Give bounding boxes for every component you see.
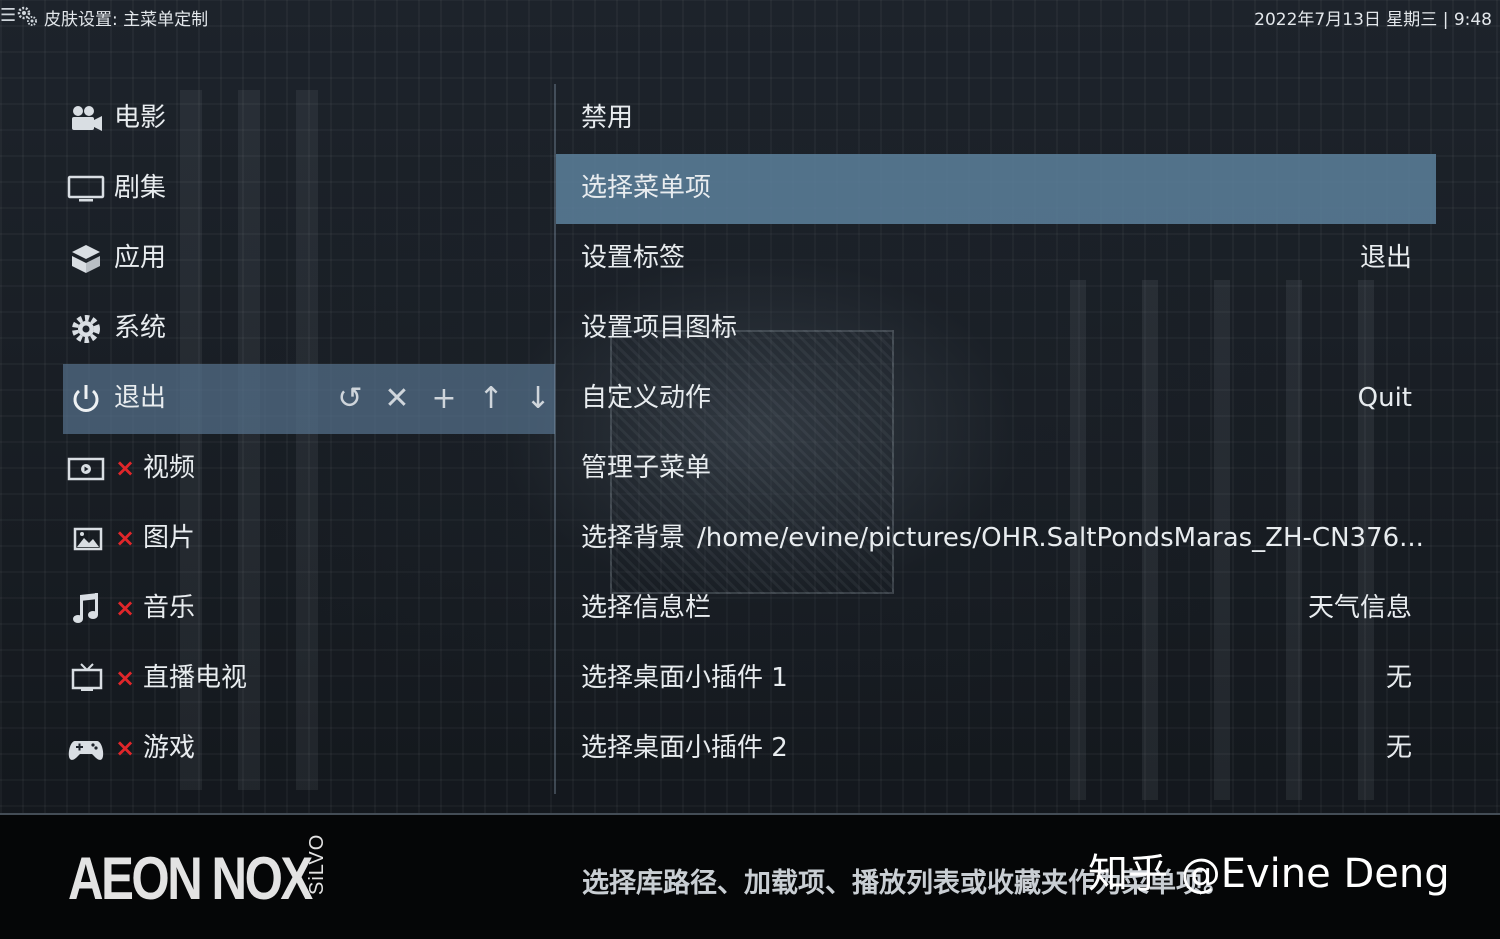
date-time: 2022年7月13日 星期三 | 9:48: [1254, 10, 1492, 30]
option-value: 无: [1385, 663, 1412, 693]
logo-main: AEON NOX: [68, 845, 313, 912]
menu-icon[interactable]: ☰: [0, 6, 16, 26]
menu-item-label: 应用: [114, 243, 167, 273]
add-icon[interactable]: +: [427, 382, 461, 416]
disabled-mark-icon: ×: [115, 664, 136, 692]
picture-icon: [67, 521, 105, 557]
option-custom-action[interactable]: 自定义动作 Quit: [556, 364, 1436, 434]
option-label: 选择信息栏: [581, 593, 712, 623]
logo-sub: SiLVO: [306, 833, 328, 895]
option-label: 设置项目图标: [581, 313, 738, 343]
menu-item-label: 直播电视: [143, 663, 248, 693]
bottom-bar: AEON NOX SiLVO 选择库路径、加载项、播放列表或收藏夹作为菜单项。 …: [0, 813, 1500, 939]
option-select-infobar[interactable]: 选择信息栏 天气信息: [556, 574, 1436, 644]
option-label: 选择桌面小插件 2: [581, 733, 788, 763]
menu-item-system[interactable]: 系统: [63, 294, 555, 364]
menu-item-exit[interactable]: 退出 ↺ ✕ + ↑ ↓: [63, 364, 555, 434]
move-up-icon[interactable]: ↑: [474, 382, 508, 416]
menu-item-apps[interactable]: 应用: [63, 224, 555, 294]
skin-logo: AEON NOX SiLVO: [68, 834, 338, 912]
page-title: 皮肤设置: 主菜单定制: [44, 10, 209, 30]
option-disable[interactable]: 禁用: [556, 84, 1436, 154]
menu-item-label: 电影: [114, 103, 167, 133]
option-value: Quit: [1357, 383, 1412, 413]
gamepad-icon: [67, 731, 105, 767]
menu-item-label: 退出: [114, 383, 167, 413]
menu-item-label: 视频: [143, 453, 196, 483]
option-widget-2[interactable]: 选择桌面小插件 2 无: [556, 714, 1436, 784]
menu-item-movies[interactable]: 电影: [63, 84, 555, 154]
gear-icon: [67, 311, 105, 347]
power-icon: [67, 381, 105, 417]
option-set-label[interactable]: 设置标签 退出: [556, 224, 1436, 294]
option-label: 管理子菜单: [581, 453, 712, 483]
option-value: 天气信息: [1307, 593, 1412, 623]
option-select-background[interactable]: 选择背景 /home/evine/pictures/OHR.SaltPondsM…: [556, 504, 1436, 574]
option-label: 设置标签: [581, 243, 686, 273]
disabled-mark-icon: ×: [115, 524, 136, 552]
movie-camera-icon: [67, 101, 105, 137]
monitor-icon: [67, 171, 105, 207]
menu-item-pictures[interactable]: × 图片: [63, 504, 555, 574]
disabled-mark-icon: ×: [115, 734, 136, 762]
move-down-icon[interactable]: ↓: [521, 382, 555, 416]
reset-icon[interactable]: ↺: [333, 382, 367, 416]
menu-item-videos[interactable]: × 视频: [63, 434, 555, 504]
delete-icon[interactable]: ✕: [380, 382, 414, 416]
option-value: 退出: [1359, 243, 1412, 273]
menu-item-live-tv[interactable]: × 直播电视: [63, 644, 555, 714]
tv-icon: [67, 661, 105, 697]
option-value: 无: [1385, 733, 1412, 763]
background-path: /home/evine/pictures/OHR.SaltPondsMaras_…: [697, 523, 1424, 553]
video-icon: [67, 451, 105, 487]
disabled-mark-icon: ×: [115, 594, 136, 622]
settings-gear-icon: [16, 5, 38, 27]
option-label: 选择菜单项: [581, 173, 712, 203]
option-label: 自定义动作: [581, 383, 712, 413]
option-label: 选择背景: [581, 523, 686, 553]
menu-item-label: 音乐: [143, 593, 196, 623]
menu-item-music[interactable]: × 音乐: [63, 574, 555, 644]
menu-item-games[interactable]: × 游戏: [63, 714, 555, 784]
menu-item-label: 系统: [114, 313, 167, 343]
option-manage-submenu[interactable]: 管理子菜单: [556, 434, 1436, 504]
box-icon: [67, 241, 105, 277]
top-bar: ☰ 皮肤设置: 主菜单定制 2022年7月13日 星期三 | 9:48: [0, 0, 1500, 34]
watermark: 知乎 @Evine Deng: [1088, 851, 1450, 897]
disabled-mark-icon: ×: [115, 454, 136, 482]
item-actions: ↺ ✕ + ↑ ↓: [333, 382, 553, 416]
option-widget-1[interactable]: 选择桌面小插件 1 无: [556, 644, 1436, 714]
option-set-icon[interactable]: 设置项目图标: [556, 294, 1436, 364]
menu-item-label: 游戏: [143, 733, 196, 763]
menu-item-label: 剧集: [114, 173, 167, 203]
menu-item-tvshows[interactable]: 剧集: [63, 154, 555, 224]
music-note-icon: [67, 591, 105, 627]
menu-item-label: 图片: [143, 523, 196, 553]
option-label: 选择桌面小插件 1: [581, 663, 788, 693]
option-label: 禁用: [581, 103, 634, 133]
option-select-menu-item[interactable]: 选择菜单项: [556, 154, 1436, 224]
